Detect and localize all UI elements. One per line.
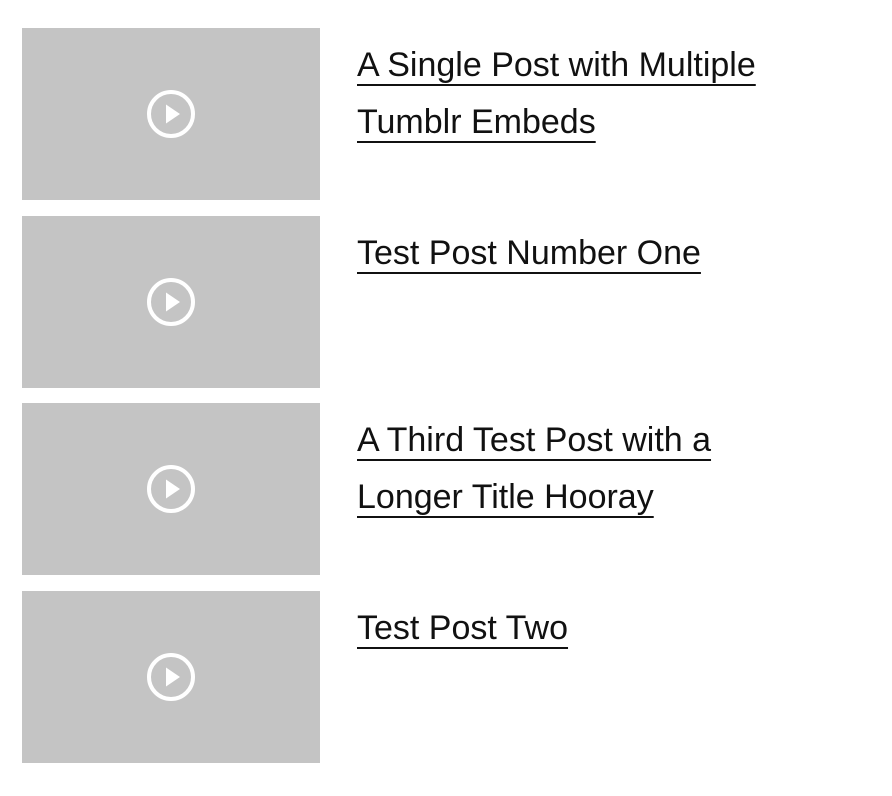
play-circle-icon bbox=[147, 653, 195, 702]
list-item: A Single Post with Multiple Tumblr Embed… bbox=[22, 28, 872, 200]
list-item: Test Post Number One bbox=[22, 215, 872, 388]
play-circle-icon bbox=[147, 90, 195, 138]
video-thumbnail[interactable] bbox=[22, 591, 320, 764]
post-title-link[interactable]: A Third Test Post with a Longer Title Ho… bbox=[357, 412, 797, 526]
post-list: A Single Post with Multiple Tumblr Embed… bbox=[22, 28, 872, 764]
video-thumbnail[interactable] bbox=[22, 403, 320, 576]
post-title-link[interactable]: Test Post Two bbox=[357, 600, 797, 657]
play-circle-icon bbox=[147, 277, 195, 326]
list-item: Test Post Two bbox=[22, 591, 872, 764]
post-title-link[interactable]: Test Post Number One bbox=[357, 225, 797, 282]
video-thumbnail[interactable] bbox=[22, 28, 320, 200]
list-item: A Third Test Post with a Longer Title Ho… bbox=[22, 403, 872, 576]
video-thumbnail[interactable] bbox=[22, 215, 320, 388]
play-circle-icon bbox=[147, 465, 195, 514]
post-title-link[interactable]: A Single Post with Multiple Tumblr Embed… bbox=[357, 37, 797, 151]
